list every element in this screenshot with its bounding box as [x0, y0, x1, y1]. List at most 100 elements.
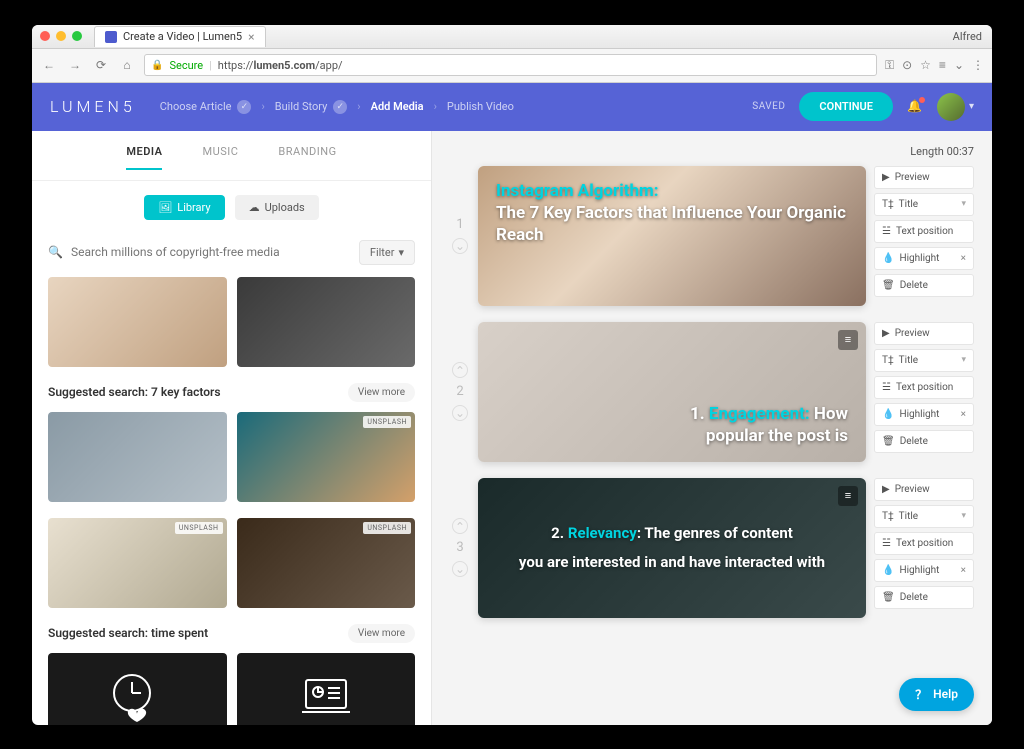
close-window-button[interactable]	[40, 31, 50, 41]
media-thumb[interactable]	[48, 653, 227, 725]
highlight-button[interactable]: 💧Highlight×	[874, 247, 974, 270]
scene-number-column: 1 ⌄	[450, 166, 470, 306]
title-dropdown[interactable]: T‡Title▾	[874, 193, 974, 216]
text-icon: T‡	[882, 199, 894, 210]
app-body: MEDIA MUSIC BRANDING 🖼Library ☁Uploads 🔍…	[32, 131, 992, 725]
title-dropdown[interactable]: T‡Title▾	[874, 349, 974, 372]
text-position-button[interactable]: ☱Text position	[874, 220, 974, 243]
address-bar[interactable]: 🔒 Secure | https://lumen5.com/app/	[144, 54, 877, 76]
scene-card[interactable]: ≡ 2. Relevancy: The genres of content yo…	[478, 478, 866, 618]
extension-icon[interactable]: ≡	[939, 58, 946, 73]
media-thumb[interactable]: UNSPLASH	[237, 518, 416, 608]
search-icon: 🔍	[48, 245, 63, 259]
library-button[interactable]: 🖼Library	[144, 195, 224, 220]
image-icon: 🖼	[158, 201, 172, 214]
forward-button[interactable]: →	[66, 58, 84, 72]
home-button[interactable]: ⌂	[118, 58, 136, 72]
text-position-button[interactable]: ☱Text position	[874, 532, 974, 555]
check-icon: ✓	[237, 100, 251, 114]
star-icon[interactable]: ☆	[920, 58, 931, 73]
media-thumb[interactable]: UNSPLASH	[237, 412, 416, 502]
scene-card[interactable]: Instagram Algorithm: The 7 Key Factors t…	[478, 166, 866, 306]
scene-controls: ▶Preview T‡Title▾ ☱Text position 💧Highli…	[874, 322, 974, 462]
user-menu[interactable]: ▾	[937, 93, 974, 121]
minimize-window-button[interactable]	[56, 31, 66, 41]
saved-status: SAVED	[752, 101, 785, 112]
media-thumb[interactable]: UNSPLASH	[48, 518, 227, 608]
secure-label: Secure	[169, 59, 203, 72]
delete-button[interactable]: 🗑Delete	[874, 430, 974, 453]
back-button[interactable]: ←	[40, 58, 58, 72]
media-thumb[interactable]	[48, 277, 227, 367]
preview-button[interactable]: ▶Preview	[874, 322, 974, 345]
trash-icon: 🗑	[882, 436, 895, 447]
search-icon[interactable]: ⊙	[902, 58, 912, 73]
browser-tab[interactable]: Create a Video | Lumen5 ×	[94, 26, 266, 47]
scene-card[interactable]: ≡ 1. Engagement: How popular the post is	[478, 322, 866, 462]
search-row: 🔍 Filter ▾	[32, 234, 431, 277]
highlight-button[interactable]: 💧Highlight×	[874, 559, 974, 582]
tab-branding[interactable]: BRANDING	[278, 145, 336, 170]
step-breadcrumb: Choose Article ✓ › Build Story ✓ › Add M…	[160, 100, 514, 114]
preview-button[interactable]: ▶Preview	[874, 166, 974, 189]
search-input[interactable]: 🔍	[48, 245, 351, 259]
section-header: Suggested search: time spent View more	[48, 624, 415, 643]
text-icon: T‡	[882, 511, 894, 522]
chevron-right-icon: ›	[357, 100, 360, 113]
preview-button[interactable]: ▶Preview	[874, 478, 974, 501]
scene-controls: ▶Preview T‡Title▾ ☱Text position 💧Highli…	[874, 166, 974, 306]
profile-name: Alfred	[953, 30, 982, 43]
source-badge: UNSPLASH	[175, 522, 223, 534]
mac-titlebar: Create a Video | Lumen5 × Alfred	[32, 25, 992, 49]
step-build-story[interactable]: Build Story ✓	[275, 100, 348, 114]
key-icon[interactable]: ⚿	[885, 58, 894, 73]
step-publish-video[interactable]: Publish Video	[447, 100, 514, 113]
step-add-media[interactable]: Add Media	[371, 100, 424, 113]
reload-button[interactable]: ⟳	[92, 58, 110, 72]
chevron-up-icon[interactable]: ⌄	[452, 518, 468, 534]
chevron-up-icon[interactable]: ⌄	[452, 362, 468, 378]
continue-button[interactable]: CONTINUE	[799, 92, 893, 121]
chevron-down-icon[interactable]: ⌄	[452, 405, 468, 421]
media-thumb[interactable]	[237, 653, 416, 725]
scene-number: 3	[456, 540, 463, 555]
check-icon: ✓	[333, 100, 347, 114]
close-tab-icon[interactable]: ×	[248, 30, 254, 44]
logo[interactable]: LUMEN5	[50, 97, 136, 116]
droplet-icon: 💧	[882, 409, 894, 420]
notification-bell-icon[interactable]: 🔔	[907, 99, 923, 115]
chevron-down-icon[interactable]: ⌄	[452, 238, 468, 254]
media-scroll[interactable]: Suggested search: 7 key factors View mor…	[32, 277, 431, 725]
view-more-button[interactable]: View more	[348, 383, 415, 402]
view-more-button[interactable]: View more	[348, 624, 415, 643]
highlight-button[interactable]: 💧Highlight×	[874, 403, 974, 426]
close-icon[interactable]: ×	[961, 409, 966, 420]
text-position-button[interactable]: ☱Text position	[874, 376, 974, 399]
delete-button[interactable]: 🗑Delete	[874, 586, 974, 609]
media-thumb[interactable]	[48, 412, 227, 502]
filter-button[interactable]: Filter ▾	[359, 240, 415, 265]
laptop-chart-icon	[296, 668, 356, 725]
media-thumb[interactable]	[237, 277, 416, 367]
scene-number-column: ⌄ 2 ⌄	[450, 322, 470, 462]
uploads-button[interactable]: ☁Uploads	[235, 195, 319, 220]
pocket-icon[interactable]: ⌄	[954, 58, 964, 73]
chevron-down-icon[interactable]: ⌄	[452, 561, 468, 577]
tab-strip: Create a Video | Lumen5 ×	[94, 26, 266, 47]
search-field[interactable]	[71, 245, 351, 259]
close-icon[interactable]: ×	[961, 253, 966, 264]
title-dropdown[interactable]: T‡Title▾	[874, 505, 974, 528]
tab-media[interactable]: MEDIA	[126, 145, 162, 170]
media-panel: MEDIA MUSIC BRANDING 🖼Library ☁Uploads 🔍…	[32, 131, 432, 725]
section-title: Suggested search: 7 key factors	[48, 385, 221, 399]
scene-overlay: Instagram Algorithm: The 7 Key Factors t…	[478, 166, 866, 306]
header-right: SAVED CONTINUE 🔔 ▾	[752, 92, 974, 121]
step-choose-article[interactable]: Choose Article ✓	[160, 100, 252, 114]
delete-button[interactable]: 🗑Delete	[874, 274, 974, 297]
close-icon[interactable]: ×	[961, 565, 966, 576]
menu-icon[interactable]: ⋮	[972, 58, 984, 73]
panel-tabs: MEDIA MUSIC BRANDING	[32, 131, 431, 181]
tab-music[interactable]: MUSIC	[202, 145, 238, 170]
help-button[interactable]: ？Help	[899, 678, 974, 711]
maximize-window-button[interactable]	[72, 31, 82, 41]
